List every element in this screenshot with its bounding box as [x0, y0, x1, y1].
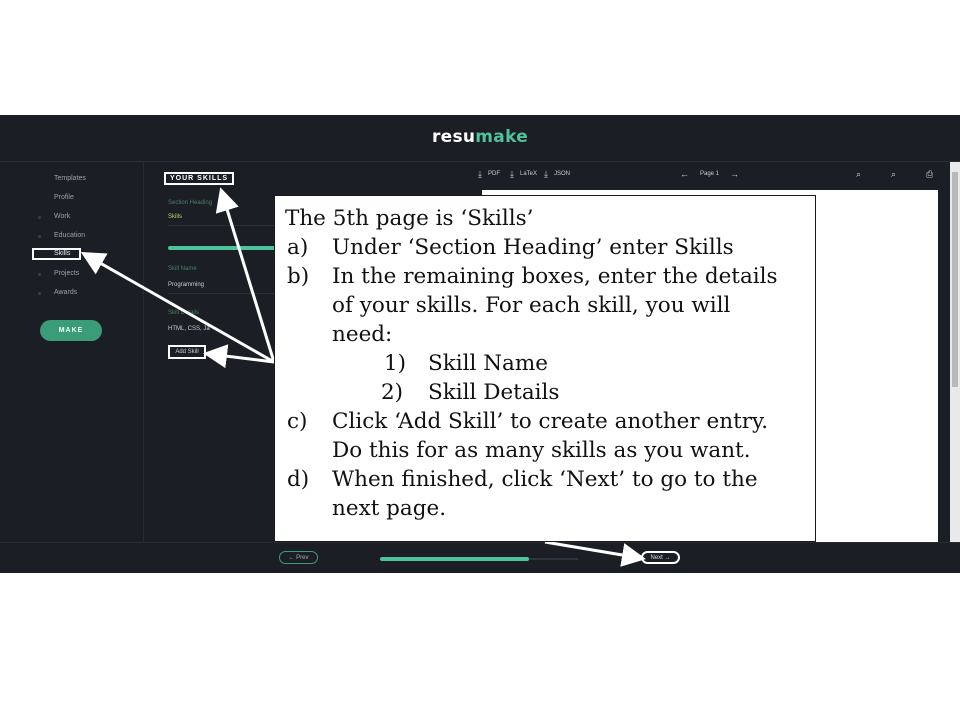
callout-substep-1: Skill Name — [428, 351, 548, 376]
app-logo[interactable]: resumake — [0, 127, 960, 147]
sidebar-item-work[interactable]: Work — [54, 213, 70, 220]
logo-text-resu: resu — [431, 127, 476, 147]
callout-heading: The 5th page is ‘Skills’ — [285, 206, 534, 231]
download-json-button[interactable]: JSON — [554, 171, 570, 177]
download-icon[interactable]: ⤓ — [510, 169, 514, 180]
zoom-in-icon[interactable]: ⌕ — [856, 169, 861, 180]
sidebar-dot-awards — [38, 292, 41, 295]
bottom-navigation: ← Prev Next → — [0, 542, 960, 573]
add-skill-button[interactable]: Add Skill — [168, 345, 206, 359]
callout-marker-a: a) — [287, 235, 309, 260]
zoom-out-icon[interactable]: ⌕ — [891, 169, 896, 180]
sidebar-dot-work — [38, 216, 41, 219]
sidebar-dot-projects — [38, 273, 41, 276]
skill-name-input[interactable]: Programming — [168, 282, 204, 288]
sidebar: Templates Profile Work Education Skills … — [0, 162, 144, 542]
preview-scrollbar-thumb[interactable] — [952, 172, 958, 387]
sidebar-item-projects[interactable]: Projects — [54, 270, 79, 277]
callout-marker-c: c) — [287, 409, 308, 434]
preview-toolbar: ⤓ PDF ⤓ LaTeX ⤓ JSON ← Page 1 → ⌕ ⌕ ⎙ — [470, 162, 950, 190]
callout-substep-2-marker: 2) — [381, 380, 404, 405]
skill-details-label: Skill Details — [168, 310, 200, 316]
sidebar-dot-education — [38, 235, 41, 238]
callout-step-c-line2: Do this for as many skills as you want. — [332, 438, 751, 463]
make-button[interactable]: MAKE — [40, 320, 102, 341]
callout-step-d-line1: When finished, click ‘Next’ to go to the — [332, 467, 758, 492]
sidebar-item-skills[interactable]: Skills — [32, 248, 81, 260]
download-latex-button[interactable]: LaTeX — [520, 171, 537, 177]
callout-marker-b: b) — [287, 264, 310, 289]
arrow-right-icon[interactable]: → — [730, 169, 739, 179]
top-bar: resumake — [0, 115, 960, 162]
download-icon[interactable]: ⤓ — [544, 169, 548, 180]
skill-name-label: Skill Name — [168, 266, 197, 272]
sidebar-item-education[interactable]: Education — [54, 232, 85, 239]
logo-text-make: make — [475, 127, 529, 147]
page-indicator: Page 1 — [700, 171, 720, 177]
sidebar-item-templates[interactable]: Templates — [54, 175, 86, 182]
prev-button[interactable]: ← Prev — [279, 551, 318, 564]
download-pdf-button[interactable]: PDF — [488, 171, 500, 177]
section-divider-bar — [168, 246, 278, 250]
callout-substep-2: Skill Details — [428, 380, 560, 405]
arrow-left-icon[interactable]: ← — [680, 169, 689, 179]
download-icon[interactable]: ⤓ — [478, 169, 482, 180]
callout-substep-1-marker: 1) — [384, 351, 407, 376]
callout-step-b-line2: of your skills. For each skill, you will — [332, 293, 731, 318]
section-heading-label: Section Heading — [168, 200, 213, 206]
callout-step-b-line1: In the remaining boxes, enter the detail… — [332, 264, 778, 289]
callout-marker-d: d) — [287, 467, 310, 492]
callout-step-b-line3: need: — [332, 322, 393, 347]
callout-step-c-line1: Click ‘Add Skill’ to create another entr… — [332, 409, 769, 434]
callout-step-a: Under ‘Section Heading’ enter Skills — [332, 235, 734, 260]
instruction-callout: The 5th page is ‘Skills’ a) Under ‘Secti… — [274, 195, 816, 542]
progress-fill — [380, 557, 529, 561]
sidebar-item-profile[interactable]: Profile — [54, 194, 74, 201]
form-title: YOUR SKILLS — [164, 172, 235, 185]
skill-details-input[interactable]: HTML, CSS, Ja — [168, 326, 210, 332]
callout-step-d-line2: next page. — [332, 496, 447, 521]
next-button[interactable]: Next → — [641, 551, 680, 564]
print-icon[interactable]: ⎙ — [926, 169, 933, 180]
section-heading-input[interactable]: Skills — [168, 214, 182, 220]
sidebar-item-awards[interactable]: Awards — [54, 289, 77, 296]
